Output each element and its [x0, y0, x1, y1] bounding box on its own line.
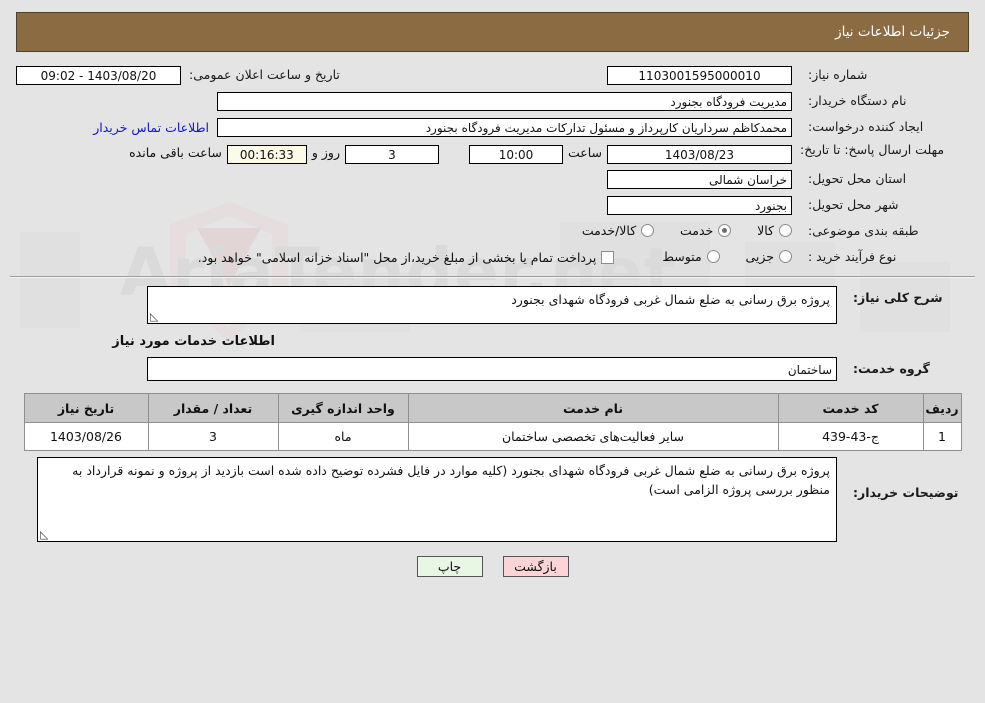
notes-value: پروژه برق رسانی به ضلع شمال غربی فرودگاه…: [72, 463, 830, 498]
radio-icon[interactable]: [641, 223, 655, 237]
service-group-label: گروه خدمت:: [853, 361, 930, 377]
notes-textarea[interactable]: پروژه برق رسانی به ضلع شمال غربی فرودگاه…: [37, 457, 837, 542]
deadline-label: مهلت ارسال پاسخ: تا تاریخ:: [800, 142, 945, 157]
details-panel: شماره نیاز: 1103001595000010 تاریخ و ساع…: [10, 64, 975, 577]
page-root: جزئیات اطلاعات نیاز شماره نیاز: 11030015…: [0, 12, 985, 577]
countdown-timer: 00:16:33: [226, 145, 307, 164]
row-process: نوع فرآیند خرید : جزیی متوسط پرداخت تمام…: [10, 246, 975, 268]
treasury-checkbox[interactable]: [601, 250, 615, 264]
cell-quantity: 3: [147, 422, 279, 451]
cell-row-no: 1: [922, 422, 962, 451]
category-option-2-label: کالا/خدمت: [581, 222, 637, 238]
col-service-name: نام خدمت: [407, 393, 779, 423]
page-header: جزئیات اطلاعات نیاز: [16, 12, 969, 52]
summary-label: شرح کلی نیاز:: [853, 290, 943, 305]
row-need-number: شماره نیاز: 1103001595000010 تاریخ و ساع…: [10, 64, 975, 86]
province-value: خراسان شمالی: [607, 169, 792, 189]
row-requester: ایجاد کننده درخواست: محمدکاظم سرداریان ک…: [10, 116, 975, 138]
category-label: طبقه بندی موضوعی:: [808, 223, 919, 239]
category-option-0-label: کالا: [757, 222, 774, 238]
requester-label: ایجاد کننده درخواست:: [808, 119, 924, 135]
deadline-time-value: 10:00: [468, 145, 563, 164]
category-option-1[interactable]: خدمت: [680, 222, 732, 238]
process-option-1[interactable]: متوسط: [662, 248, 720, 264]
process-label: نوع فرآیند خرید :: [808, 249, 897, 265]
col-row-no: ردیف: [922, 393, 962, 423]
city-value: بجنورد: [607, 195, 792, 215]
process-option-0-label: جزیی: [745, 248, 774, 264]
need-number-value: 1103001595000010: [607, 65, 792, 85]
summary-value: پروژه برق رسانی به ضلع شمال غربی فرودگاه…: [511, 292, 830, 307]
row-notes: توضیحات خریدار: پروژه برق رسانی به ضلع ش…: [10, 457, 975, 542]
category-option-2[interactable]: کالا/خدمت: [581, 222, 655, 238]
days-label: روز و: [311, 145, 340, 160]
resize-grip-icon[interactable]: ◿: [40, 528, 50, 541]
province-label: استان محل تحویل:: [808, 171, 907, 187]
table-header-row: ردیف کد خدمت نام خدمت واحد اندازه گیری ت…: [23, 393, 962, 423]
process-option-1-label: متوسط: [662, 248, 702, 264]
page-title: جزئیات اطلاعات نیاز: [835, 24, 950, 40]
cell-service-name: سایر فعالیت‌های تخصصی ساختمان: [407, 422, 779, 451]
divider: [10, 276, 975, 278]
radio-icon[interactable]: [706, 249, 720, 263]
cell-service-code: ج-43-439: [777, 422, 924, 451]
services-table: ردیف کد خدمت نام خدمت واحد اندازه گیری ت…: [23, 393, 962, 451]
city-label: شهر محل تحویل:: [808, 197, 899, 213]
category-option-1-label: خدمت: [680, 222, 714, 238]
col-service-code: کد خدمت: [777, 393, 924, 423]
notes-label: توضیحات خریدار:: [853, 485, 959, 500]
service-group-value: ساختمان: [147, 357, 837, 381]
row-province: استان محل تحویل: خراسان شمالی: [10, 168, 975, 190]
summary-textarea[interactable]: پروژه برق رسانی به ضلع شمال غربی فرودگاه…: [147, 286, 837, 324]
buyer-org-label: نام دستگاه خریدار:: [808, 93, 907, 109]
table-row: 1 ج-43-439 سایر فعالیت‌های تخصصی ساختمان…: [23, 422, 962, 451]
row-city: شهر محل تحویل: بجنورد: [10, 194, 975, 216]
row-buyer-org: نام دستگاه خریدار: مدیریت فرودگاه بجنورد: [10, 90, 975, 112]
days-remaining-value: 3: [344, 145, 439, 164]
row-category: طبقه بندی موضوعی: کالا خدمت کالا/خدمت: [10, 220, 975, 242]
radio-icon[interactable]: [779, 249, 792, 263]
process-radio-group: جزیی متوسط: [640, 249, 792, 266]
col-quantity: تعداد / مقدار: [147, 393, 279, 423]
print-button[interactable]: چاپ: [416, 556, 483, 577]
radio-selected-icon[interactable]: [718, 223, 732, 237]
remaining-label: ساعت باقی مانده: [129, 145, 222, 160]
col-unit: واحد اندازه گیری: [277, 393, 409, 423]
services-heading: اطلاعات خدمات مورد نیاز: [112, 334, 275, 349]
need-number-label: شماره نیاز:: [808, 67, 868, 83]
row-deadline: مهلت ارسال پاسخ: تا تاریخ: 1403/08/23 سا…: [10, 142, 975, 164]
requester-value: محمدکاظم سرداریان کارپرداز و مسئول تدارک…: [217, 117, 792, 137]
buyer-org-value: مدیریت فرودگاه بجنورد: [217, 91, 792, 111]
deadline-date-value: 1403/08/23: [607, 145, 792, 164]
cell-need-date: 1403/08/26: [23, 422, 149, 451]
back-button[interactable]: بازگشت: [502, 556, 569, 577]
category-option-0[interactable]: کالا: [757, 223, 792, 238]
cell-unit: ماه: [277, 422, 409, 451]
radio-icon[interactable]: [779, 223, 792, 237]
row-summary: شرح کلی نیاز: پروژه برق رسانی به ضلع شما…: [10, 286, 975, 324]
row-service-group: گروه خدمت: ساختمان: [10, 357, 975, 381]
process-option-0[interactable]: جزیی: [745, 249, 792, 264]
category-radio-group: کالا خدمت کالا/خدمت: [560, 223, 792, 240]
public-announce-value: 1403/08/20 - 09:02: [16, 65, 181, 85]
public-announce-label: تاریخ و ساعت اعلان عمومی:: [189, 67, 340, 83]
col-need-date: تاریخ نیاز: [23, 393, 149, 423]
button-bar: بازگشت چاپ: [10, 556, 975, 577]
deadline-time-label: ساعت: [567, 145, 602, 160]
resize-grip-icon[interactable]: ◿: [150, 310, 160, 323]
treasury-note: پرداخت تمام یا بخشی از مبلغ خرید،از محل …: [197, 249, 597, 265]
buyer-contact-link[interactable]: اطلاعات تماس خریدار: [93, 120, 209, 135]
